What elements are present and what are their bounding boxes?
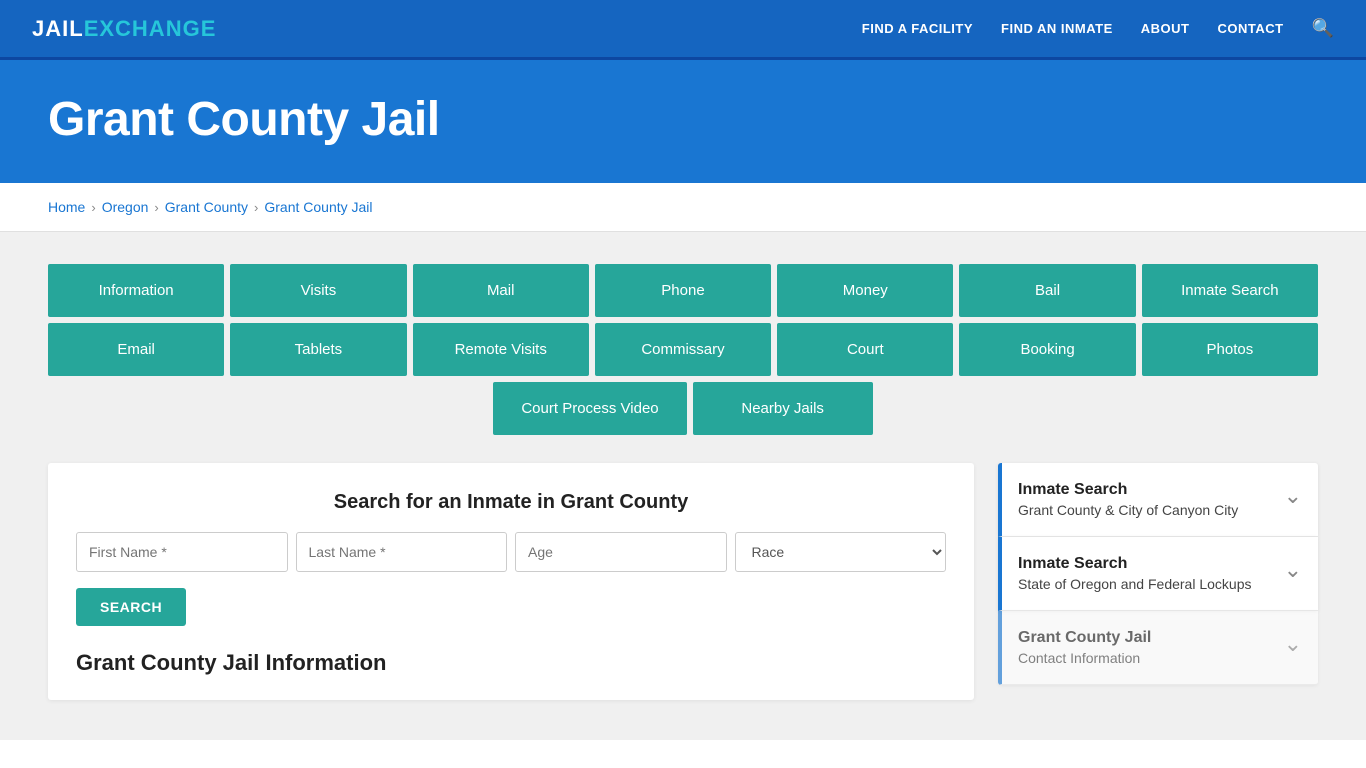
sidebar-label-2: Grant County Jail bbox=[1018, 629, 1151, 647]
btn-visits[interactable]: Visits bbox=[230, 264, 406, 317]
btn-bail[interactable]: Bail bbox=[959, 264, 1135, 317]
nav-find-inmate[interactable]: FIND AN INMATE bbox=[1001, 21, 1113, 36]
chevron-down-icon-1: ⌄ bbox=[1284, 557, 1302, 583]
search-fields: Race White Black Hispanic Asian Native A… bbox=[76, 532, 946, 572]
btn-remote-visits[interactable]: Remote Visits bbox=[413, 323, 589, 376]
btn-court[interactable]: Court bbox=[777, 323, 953, 376]
btn-money[interactable]: Money bbox=[777, 264, 953, 317]
sidebar: Inmate Search Grant County & City of Can… bbox=[998, 463, 1318, 700]
logo-jail: JAIL bbox=[32, 16, 84, 42]
logo-exchange: EXCHANGE bbox=[84, 16, 217, 42]
chevron-down-icon-0: ⌄ bbox=[1284, 483, 1302, 509]
main-area: Information Visits Mail Phone Money Bail… bbox=[0, 232, 1366, 740]
nav-links: FIND A FACILITY FIND AN INMATE ABOUT CON… bbox=[862, 18, 1334, 39]
breadcrumb-sep-2: › bbox=[154, 200, 158, 215]
sidebar-sub-1: State of Oregon and Federal Lockups bbox=[1018, 576, 1251, 592]
nav-contact[interactable]: CONTACT bbox=[1217, 21, 1283, 36]
btn-tablets[interactable]: Tablets bbox=[230, 323, 406, 376]
sidebar-card-inmate-search-grant[interactable]: Inmate Search Grant County & City of Can… bbox=[998, 463, 1318, 537]
search-title: Search for an Inmate in Grant County bbox=[76, 491, 946, 514]
btn-commissary[interactable]: Commissary bbox=[595, 323, 771, 376]
last-name-input[interactable] bbox=[296, 532, 508, 572]
inmate-search-section: Search for an Inmate in Grant County Rac… bbox=[48, 463, 974, 700]
hero-section: Grant County Jail bbox=[0, 60, 1366, 183]
breadcrumb: Home › Oregon › Grant County › Grant Cou… bbox=[0, 183, 1366, 232]
breadcrumb-home[interactable]: Home bbox=[48, 199, 85, 215]
first-name-input[interactable] bbox=[76, 532, 288, 572]
btn-information[interactable]: Information bbox=[48, 264, 224, 317]
sidebar-card-inmate-search-oregon[interactable]: Inmate Search State of Oregon and Federa… bbox=[998, 537, 1318, 611]
chevron-down-icon-2: ⌄ bbox=[1284, 631, 1302, 657]
breadcrumb-sep-1: › bbox=[91, 200, 95, 215]
btn-nearby-jails[interactable]: Nearby Jails bbox=[693, 382, 873, 435]
btn-email[interactable]: Email bbox=[48, 323, 224, 376]
age-input[interactable] bbox=[515, 532, 727, 572]
grid-row-1: Information Visits Mail Phone Money Bail… bbox=[48, 264, 1318, 317]
nav-find-facility[interactable]: FIND A FACILITY bbox=[862, 21, 973, 36]
section-title: Grant County Jail Information bbox=[76, 650, 946, 676]
navbar: JAILEXCHANGE FIND A FACILITY FIND AN INM… bbox=[0, 0, 1366, 60]
search-button[interactable]: SEARCH bbox=[76, 588, 186, 626]
breadcrumb-sep-3: › bbox=[254, 200, 258, 215]
btn-photos[interactable]: Photos bbox=[1142, 323, 1318, 376]
btn-phone[interactable]: Phone bbox=[595, 264, 771, 317]
sidebar-sub-0: Grant County & City of Canyon City bbox=[1018, 502, 1238, 518]
grid-row-3: Court Process Video Nearby Jails bbox=[48, 382, 1318, 435]
page-title: Grant County Jail bbox=[48, 92, 1318, 147]
breadcrumb-oregon[interactable]: Oregon bbox=[102, 199, 149, 215]
btn-court-process-video[interactable]: Court Process Video bbox=[493, 382, 686, 435]
sidebar-label-1: Inmate Search bbox=[1018, 555, 1251, 573]
breadcrumb-current: Grant County Jail bbox=[264, 199, 372, 215]
breadcrumb-grant-county[interactable]: Grant County bbox=[165, 199, 248, 215]
btn-booking[interactable]: Booking bbox=[959, 323, 1135, 376]
nav-about[interactable]: ABOUT bbox=[1141, 21, 1190, 36]
content-columns: Search for an Inmate in Grant County Rac… bbox=[48, 463, 1318, 700]
btn-mail[interactable]: Mail bbox=[413, 264, 589, 317]
sidebar-label-0: Inmate Search bbox=[1018, 481, 1238, 499]
grid-row-2: Email Tablets Remote Visits Commissary C… bbox=[48, 323, 1318, 376]
logo[interactable]: JAILEXCHANGE bbox=[32, 16, 216, 42]
race-select[interactable]: Race White Black Hispanic Asian Native A… bbox=[735, 532, 947, 572]
sidebar-card-contact-info[interactable]: Grant County Jail Contact Information ⌄ bbox=[998, 611, 1318, 685]
search-icon[interactable]: 🔍 bbox=[1312, 18, 1334, 39]
sidebar-sub-2: Contact Information bbox=[1018, 650, 1151, 666]
btn-inmate-search[interactable]: Inmate Search bbox=[1142, 264, 1318, 317]
